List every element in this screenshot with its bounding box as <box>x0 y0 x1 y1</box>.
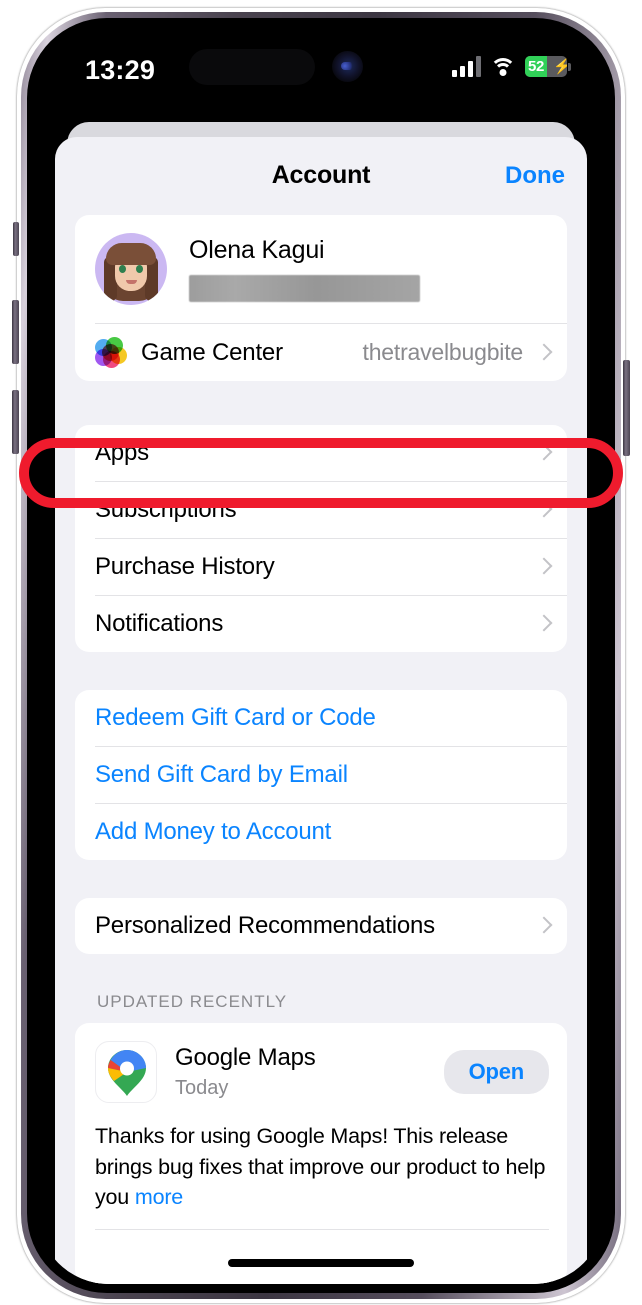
battery-cap <box>568 63 571 71</box>
game-center-nickname: thetravelbugbite <box>362 339 524 365</box>
menu-item-label: Personalized Recommendations <box>95 912 435 939</box>
battery-icon: 52 ⚡ <box>525 56 567 77</box>
volume-down-button[interactable] <box>12 390 19 454</box>
phone-screen: 13:29 52 ⚡ Account Done Olena Kagui Game… <box>37 27 605 1284</box>
google-maps-icon[interactable] <box>95 1041 157 1103</box>
menu-item-label: Purchase History <box>95 553 275 580</box>
action-label: Send Gift Card by Email <box>95 761 348 788</box>
profile-text: Olena Kagui <box>189 236 549 302</box>
home-indicator[interactable] <box>228 1259 414 1267</box>
menu-item-label: Subscriptions <box>95 496 237 523</box>
profile-name: Olena Kagui <box>189 236 325 264</box>
action-label: Add Money to Account <box>95 818 332 845</box>
screenshot-stage: 13:29 52 ⚡ Account Done Olena Kagui Game… <box>0 0 642 1305</box>
action-redeem-gift-card[interactable]: Redeem Gift Card or Code <box>75 690 567 746</box>
memoji-avatar[interactable] <box>95 233 167 305</box>
app-update-date: Today <box>175 1077 229 1099</box>
google-maps-pin-glyph <box>108 1050 146 1096</box>
profile-card: Olena Kagui Game Center thetravelbugbite <box>75 215 567 381</box>
game-center-row[interactable]: Game Center thetravelbugbite <box>75 324 567 381</box>
action-send-gift-card[interactable]: Send Gift Card by Email <box>75 747 567 803</box>
done-button[interactable]: Done <box>505 162 565 190</box>
profile-email-redacted <box>189 275 420 302</box>
chevron-right-icon <box>537 614 549 634</box>
more-link[interactable]: more <box>135 1185 183 1209</box>
app-name: Google Maps <box>175 1044 316 1071</box>
chevron-right-icon <box>537 916 549 936</box>
menu-item-label: Apps <box>95 439 149 466</box>
recommendations-group: Personalized Recommendations <box>75 898 567 954</box>
action-label: Redeem Gift Card or Code <box>95 704 376 731</box>
open-button[interactable]: Open <box>443 1050 549 1094</box>
status-bar-clock: 13:29 <box>85 55 156 85</box>
card-divider <box>95 1228 549 1230</box>
chevron-right-icon <box>537 343 549 363</box>
app-release-notes: Thanks for using Google Maps! This relea… <box>95 1103 549 1213</box>
chevron-right-icon <box>537 443 549 463</box>
menu-item-subscriptions[interactable]: Subscriptions <box>75 482 567 538</box>
game-center-icon <box>95 336 127 369</box>
action-add-money[interactable]: Add Money to Account <box>75 804 567 860</box>
menu-item-personalized-recommendations[interactable]: Personalized Recommendations <box>75 898 567 954</box>
volume-up-button[interactable] <box>12 300 19 364</box>
battery-percent-label: 52 <box>528 58 545 75</box>
menu-item-notifications[interactable]: Notifications <box>75 596 567 652</box>
chevron-right-icon <box>537 557 549 577</box>
dynamic-island <box>189 49 315 85</box>
app-update-card: Google Maps Today Open Thanks for using … <box>75 1023 567 1284</box>
profile-row[interactable]: Olena Kagui <box>75 215 567 323</box>
sheet-content: Olena Kagui Game Center thetravelbugbite <box>55 215 587 1284</box>
app-meta: Google Maps Today <box>175 1044 426 1100</box>
status-bar-indicators: 52 ⚡ <box>452 56 571 77</box>
menu-item-label: Notifications <box>95 610 224 637</box>
wifi-icon <box>490 57 516 77</box>
menu-item-purchase-history[interactable]: Purchase History <box>75 539 567 595</box>
status-bar: 13:29 52 ⚡ <box>37 27 605 115</box>
chevron-right-icon <box>537 500 549 520</box>
gift-card-group: Redeem Gift Card or Code Send Gift Card … <box>75 690 567 860</box>
app-update-header: Google Maps Today Open <box>95 1041 549 1103</box>
cellular-signal-icon <box>452 56 481 77</box>
account-sheet: Account Done Olena Kagui Game Center the… <box>55 137 587 1284</box>
menu-item-apps[interactable]: Apps <box>75 425 567 481</box>
account-menu-group: Apps Subscriptions Purchase History Noti… <box>75 425 567 652</box>
game-center-label: Game Center <box>141 338 283 366</box>
power-button[interactable] <box>623 360 630 456</box>
sheet-header: Account Done <box>55 137 587 215</box>
section-header-updated-recently: UPDATED RECENTLY <box>97 992 288 1011</box>
lightning-bolt-icon: ⚡ <box>553 58 567 75</box>
front-camera-icon <box>332 51 363 82</box>
mute-switch-button[interactable] <box>13 222 19 256</box>
